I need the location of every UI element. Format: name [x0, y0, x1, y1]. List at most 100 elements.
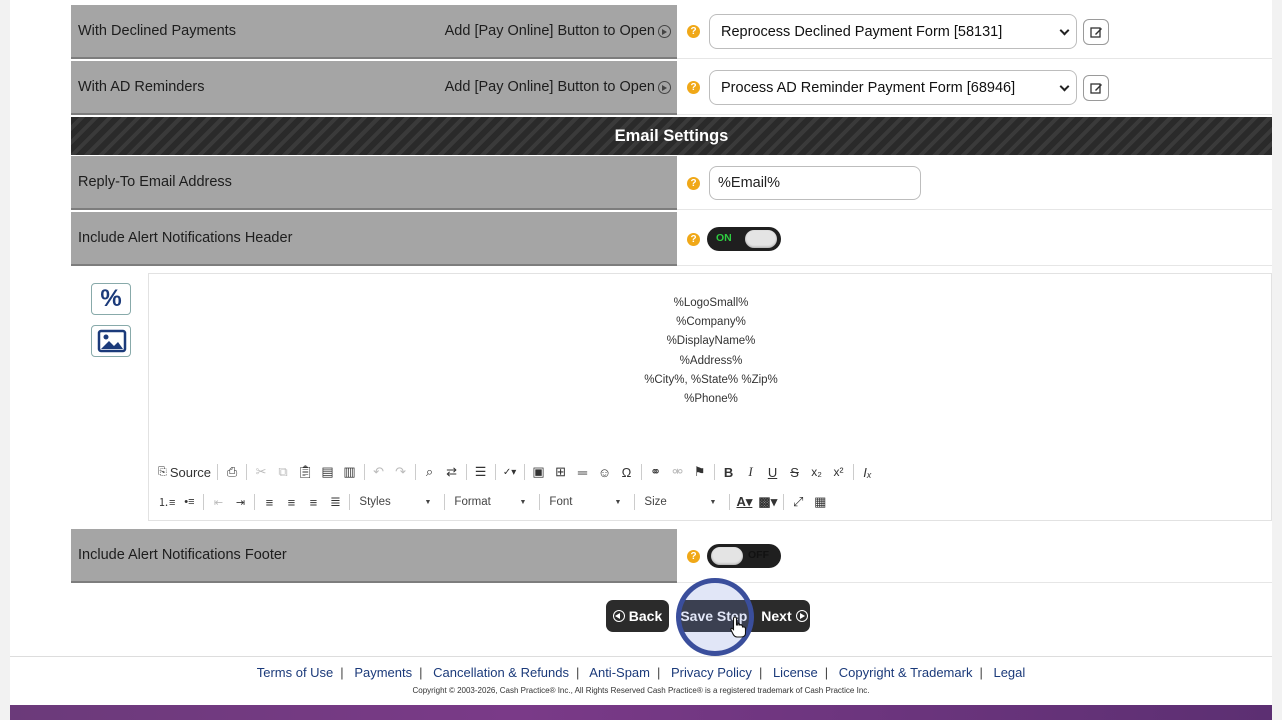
format-dropdown[interactable]: Format ▼: [448, 492, 532, 512]
footer-separator: |: [824, 665, 829, 680]
source-icon: ⎘: [158, 465, 167, 478]
source-button[interactable]: ⎘ Source: [155, 462, 214, 482]
undo-icon[interactable]: ↶: [368, 462, 390, 482]
underline-icon[interactable]: U: [762, 462, 784, 482]
text-color-icon[interactable]: A▾: [733, 492, 755, 512]
special-char-icon[interactable]: Ω: [616, 462, 638, 482]
copy-icon[interactable]: ⧉: [272, 462, 294, 482]
dropdown-arrow-icon: ▼: [519, 498, 527, 506]
next-button[interactable]: Next: [761, 608, 791, 624]
footer-links: Terms of Use | Payments | Cancellation & R…: [10, 665, 1272, 680]
pay-online-open-link[interactable]: Add [Pay Online] Button to Open: [445, 79, 671, 95]
paste-text-icon[interactable]: ▤: [317, 462, 339, 482]
print-icon[interactable]: ⎙: [221, 462, 243, 482]
help-icon[interactable]: ?: [687, 81, 700, 94]
align-center-icon[interactable]: ≡: [280, 492, 302, 512]
bold-icon[interactable]: B: [718, 462, 740, 482]
replace-icon[interactable]: ⇄: [441, 462, 463, 482]
circle-arrow-right-icon: [658, 80, 671, 94]
editor-toolbar-row-2: ⒈≡ •≡ ⇤ ⇥ ≡ ≡ ≡ ≣ Styles ▼ Format ▼ Font ▼ …: [155, 491, 1265, 513]
cut-icon[interactable]: ✂: [250, 462, 272, 482]
footer-separator: |: [576, 665, 580, 680]
find-icon[interactable]: ⌕: [419, 462, 441, 482]
bulleted-list-icon[interactable]: •≡: [178, 492, 200, 512]
styles-dropdown[interactable]: Styles ▼: [353, 492, 437, 512]
dropdown-arrow-icon: ▼: [424, 498, 432, 506]
remove-format-icon[interactable]: Iₓ: [857, 462, 879, 482]
anchor-flag-icon[interactable]: ⚑: [689, 462, 711, 482]
ad-reminder-form-select[interactable]: Process AD Reminder Payment Form [68946]: [709, 70, 1077, 105]
size-dropdown[interactable]: Size ▼: [638, 492, 722, 512]
os-taskbar: [10, 705, 1272, 720]
indent-icon[interactable]: ⇥: [229, 492, 251, 512]
footer-link-legal[interactable]: Legal: [993, 665, 1025, 680]
toolbar-separator: [729, 494, 731, 510]
reply-to-email-input[interactable]: %Email%: [709, 166, 921, 200]
subscript-icon[interactable]: x₂: [806, 462, 828, 482]
font-dropdown[interactable]: Font ▼: [543, 492, 627, 512]
alert-footer-toggle[interactable]: OFF: [707, 544, 781, 568]
ad-select-value: Process AD Reminder Payment Form [68946]: [721, 80, 1016, 96]
insert-variable-button[interactable]: %: [91, 283, 131, 315]
footer-link-privacy[interactable]: Privacy Policy: [671, 665, 752, 680]
link-icon[interactable]: ⚭: [645, 462, 667, 482]
numbered-list-icon[interactable]: ⒈≡: [155, 492, 178, 512]
declined-payment-form-select[interactable]: Reprocess Declined Payment Form [58131]: [709, 14, 1077, 49]
toolbar-separator: [494, 464, 496, 480]
ad-reminders-label: With AD Reminders: [78, 79, 205, 95]
strikethrough-icon[interactable]: S: [784, 462, 806, 482]
circle-arrow-right-icon: [795, 610, 808, 622]
back-button[interactable]: Back: [606, 600, 669, 632]
circle-arrow-left-icon: [612, 610, 625, 622]
smiley-icon[interactable]: ☺: [594, 462, 616, 482]
unlink-icon[interactable]: ⚮: [667, 462, 689, 482]
pay-online-open-link[interactable]: Add [Pay Online] Button to Open: [445, 23, 671, 39]
toggle-knob: [745, 230, 777, 248]
footer-link-anti-spam[interactable]: Anti-Spam: [589, 665, 650, 680]
rich-text-editor[interactable]: %LogoSmall% %Company% %DisplayName% %Add…: [148, 273, 1272, 521]
paste-icon[interactable]: 📋︎: [294, 462, 317, 482]
site-footer: Terms of Use | Payments | Cancellation & R…: [10, 656, 1272, 705]
footer-link-payments[interactable]: Payments: [354, 665, 412, 680]
styles-label: Styles: [359, 496, 391, 508]
help-icon[interactable]: ?: [687, 550, 700, 563]
editor-line: %Company%: [676, 316, 746, 329]
italic-icon[interactable]: I: [740, 462, 762, 482]
help-icon[interactable]: ?: [687, 233, 700, 246]
superscript-icon[interactable]: x²: [828, 462, 850, 482]
footer-separator: |: [758, 665, 763, 680]
outdent-icon[interactable]: ⇤: [207, 492, 229, 512]
font-label: Font: [549, 496, 573, 508]
row-label-cell: Include Alert Notifications Header: [71, 212, 677, 266]
select-all-icon[interactable]: ☰: [470, 462, 492, 482]
footer-separator: |: [657, 665, 661, 680]
editor-content[interactable]: %LogoSmall% %Company% %DisplayName% %Add…: [149, 294, 1273, 409]
header-editor-section: % %LogoSmall% %Company% %DisplayName% %A…: [71, 269, 1272, 525]
footer-link-license[interactable]: License: [773, 665, 818, 680]
align-right-icon[interactable]: ≡: [302, 492, 324, 512]
help-icon[interactable]: ?: [687, 25, 700, 38]
edit-declined-form-button[interactable]: [1083, 19, 1109, 45]
maximize-icon[interactable]: ⤢: [787, 492, 809, 512]
footer-link-cancellation[interactable]: Cancellation & Refunds: [433, 665, 569, 680]
image-icon[interactable]: ▣: [528, 462, 550, 482]
insert-image-button[interactable]: [91, 325, 131, 357]
table-icon[interactable]: ⊞: [550, 462, 572, 482]
toolbar-separator: [203, 494, 205, 510]
help-icon[interactable]: ?: [687, 177, 700, 190]
alert-header-toggle[interactable]: ON: [707, 227, 781, 251]
align-left-icon[interactable]: ≡: [258, 492, 280, 512]
footer-link-copyright[interactable]: Copyright & Trademark: [839, 665, 973, 680]
toolbar-separator: [363, 464, 365, 480]
redo-icon[interactable]: ↷: [390, 462, 412, 482]
background-color-icon[interactable]: ▩▾: [755, 492, 780, 512]
show-blocks-icon[interactable]: ▦: [809, 492, 831, 512]
reply-to-label: Reply-To Email Address: [78, 174, 232, 190]
spellcheck-icon[interactable]: ✓▾: [499, 462, 521, 482]
footer-link-terms[interactable]: Terms of Use: [257, 665, 334, 680]
paste-word-icon[interactable]: ▥: [339, 462, 361, 482]
justify-icon[interactable]: ≣: [324, 492, 346, 512]
edit-ad-form-button[interactable]: [1083, 75, 1109, 101]
horizontal-line-icon[interactable]: ═: [572, 462, 594, 482]
alert-footer-row: Include Alert Notifications Footer ? OFF: [71, 529, 1272, 583]
